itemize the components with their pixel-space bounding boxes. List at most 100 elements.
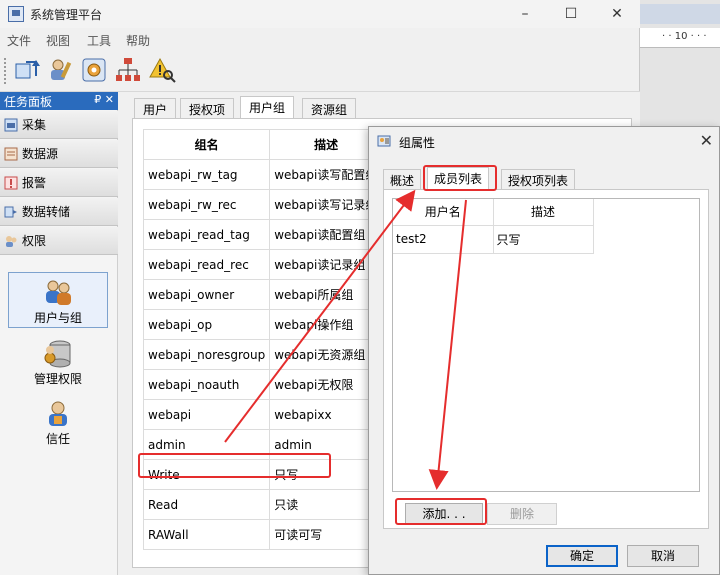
users-group-icon: [46, 280, 71, 305]
table-row[interactable]: webapi_read_rec webapi读记录组: [142, 249, 383, 280]
delete-member-button[interactable]: 删除: [487, 503, 557, 525]
task-panel-controls[interactable]: ₽ ✕: [94, 93, 114, 106]
group-description-cell: webapi操作组: [269, 309, 383, 340]
nav-permission[interactable]: 权限: [0, 227, 118, 255]
table-row[interactable]: RAWall 可读可写: [142, 519, 383, 550]
group-description-cell: webapi所属组: [269, 279, 383, 310]
group-name-cell: webapi_read_rec: [142, 249, 271, 280]
column-header-member-description[interactable]: 描述: [493, 199, 594, 226]
tab-overview[interactable]: 概述: [383, 169, 422, 189]
nav-label: 采集: [22, 118, 47, 132]
group-name-cell: webapi_owner: [142, 279, 271, 310]
menu-help[interactable]: 帮助: [126, 32, 150, 49]
column-header-username[interactable]: 用户名: [393, 199, 494, 226]
group-properties-icon: [377, 135, 391, 147]
group-name-cell: webapi_noresgroup: [142, 339, 271, 370]
menu-view[interactable]: 视图: [46, 32, 70, 49]
group-description-cell: webapi无资源组: [269, 339, 383, 370]
nav-collect[interactable]: 采集: [0, 111, 118, 139]
column-header-description[interactable]: 描述: [269, 129, 383, 160]
group-name-cell: webapi_op: [142, 309, 271, 340]
nav-label: 数据源: [22, 147, 59, 161]
group-description-cell: webapi读写配置组: [269, 159, 383, 190]
group-name-cell: webapi_rw_rec: [142, 189, 271, 220]
tab-member-list[interactable]: 成员列表: [427, 167, 490, 190]
member-list[interactable]: 用户名 描述 test2 只写: [392, 198, 700, 492]
trust-user-icon: [49, 401, 67, 426]
dialog-close-button[interactable]: ✕: [700, 131, 713, 150]
tab-auth-items[interactable]: 授权项: [180, 98, 235, 118]
menu-file[interactable]: 文件: [7, 32, 31, 49]
member-description-cell: 只写: [493, 225, 594, 254]
group-name-cell: Read: [142, 489, 271, 520]
table-row[interactable]: webapi_owner webapi所属组: [142, 279, 383, 310]
table-row[interactable]: webapi_noauth webapi无权限: [142, 369, 383, 400]
table-row[interactable]: webapi_op webapi操作组: [142, 309, 383, 340]
group-description-cell: 只读: [269, 489, 383, 520]
group-description-cell: webapi读配置组: [269, 219, 383, 250]
group-description-cell: webapi读写记录组: [269, 189, 383, 220]
app-icon: [8, 6, 24, 22]
member-table: 用户名 描述 test2 只写: [393, 199, 594, 254]
add-member-button[interactable]: 添加. . .: [405, 503, 483, 525]
dialog-title: 组属性: [399, 136, 436, 150]
nav-label: 数据转储: [22, 205, 71, 219]
table-row[interactable]: Read 只读: [142, 489, 383, 520]
group-description-cell: 只写: [269, 459, 383, 490]
group-description-cell: admin: [269, 429, 383, 460]
group-description-cell: 可读可写: [269, 519, 383, 550]
alert-search-icon[interactable]: [148, 56, 176, 84]
maximize-button[interactable]: ☐: [548, 0, 594, 28]
group-table: 组名 描述 webapi_rw_tag webapi读写配置组 webapi_rw_…: [142, 129, 383, 550]
table-row[interactable]: webapi_rw_tag webapi读写配置组: [142, 159, 383, 190]
nav-datasource[interactable]: 数据源: [0, 140, 118, 168]
network-icon[interactable]: [114, 56, 142, 84]
task-panel-header: 任务面板 ₽ ✕: [0, 92, 118, 110]
tab-resource-groups[interactable]: 资源组: [302, 98, 357, 118]
nav-alarm[interactable]: 报警: [0, 169, 118, 197]
tab-auth-item-list[interactable]: 授权项列表: [501, 169, 576, 189]
manage-permission-label: 管理权限: [33, 372, 82, 386]
list-item[interactable]: test2 只写: [393, 225, 594, 254]
ruler-label: · · 10 · · ·: [662, 31, 707, 42]
nav-data-dump[interactable]: 数据转储: [0, 198, 118, 226]
table-row[interactable]: webapi webapixx: [142, 399, 383, 430]
table-row[interactable]: webapi_read_tag webapi读配置组: [142, 219, 383, 250]
group-name-cell: webapi_noauth: [142, 369, 271, 400]
connect-icon[interactable]: [12, 56, 40, 84]
task-panel: 任务面板 ₽ ✕ 采集 数据源 报警 数据转储 权限 用户与组 管理权限 信任: [0, 92, 118, 575]
users-and-groups-button[interactable]: 用户与组: [8, 272, 108, 328]
group-name-cell: admin: [142, 429, 271, 460]
column-header-group-name[interactable]: 组名: [142, 129, 271, 160]
user-edit-icon[interactable]: [46, 56, 74, 84]
table-row[interactable]: Write 只写: [142, 459, 383, 490]
manage-permission-button[interactable]: 管理权限: [8, 334, 108, 390]
task-panel-title: 任务面板: [4, 95, 53, 109]
cancel-button[interactable]: 取消: [627, 545, 699, 567]
trust-label: 信任: [45, 432, 70, 446]
minimize-button[interactable]: –: [502, 0, 548, 28]
nav-label: 权限: [22, 234, 47, 248]
settings-icon[interactable]: [80, 56, 108, 84]
trust-button[interactable]: 信任: [8, 394, 108, 450]
group-properties-dialog: 组属性 ✕ 概述 成员列表 授权项列表 用户名 描述 test2 只写 添加. .…: [368, 126, 720, 575]
group-name-cell: RAWall: [142, 519, 271, 550]
permission-icon: [6, 236, 17, 247]
ok-button[interactable]: 确定: [546, 545, 618, 567]
group-description-cell: webapixx: [269, 399, 383, 430]
group-name-cell: webapi_rw_tag: [142, 159, 271, 190]
menu-tools[interactable]: 工具: [87, 32, 111, 49]
toolbar: [0, 50, 640, 92]
table-row[interactable]: webapi_rw_rec webapi读写记录组: [142, 189, 383, 220]
dialog-title-bar: 组属性 ✕: [369, 127, 719, 157]
table-row[interactable]: admin admin: [142, 429, 383, 460]
group-description-cell: webapi无权限: [269, 369, 383, 400]
tab-users[interactable]: 用户: [134, 98, 177, 118]
group-name-cell: webapi: [142, 399, 271, 430]
app-title: 系统管理平台: [30, 8, 103, 22]
database-key-icon: [44, 340, 71, 368]
table-row[interactable]: webapi_noresgroup webapi无资源组: [142, 339, 383, 370]
close-button[interactable]: ✕: [594, 0, 640, 28]
tab-user-groups[interactable]: 用户组: [240, 96, 295, 119]
background-window-titlebar: [640, 4, 720, 24]
